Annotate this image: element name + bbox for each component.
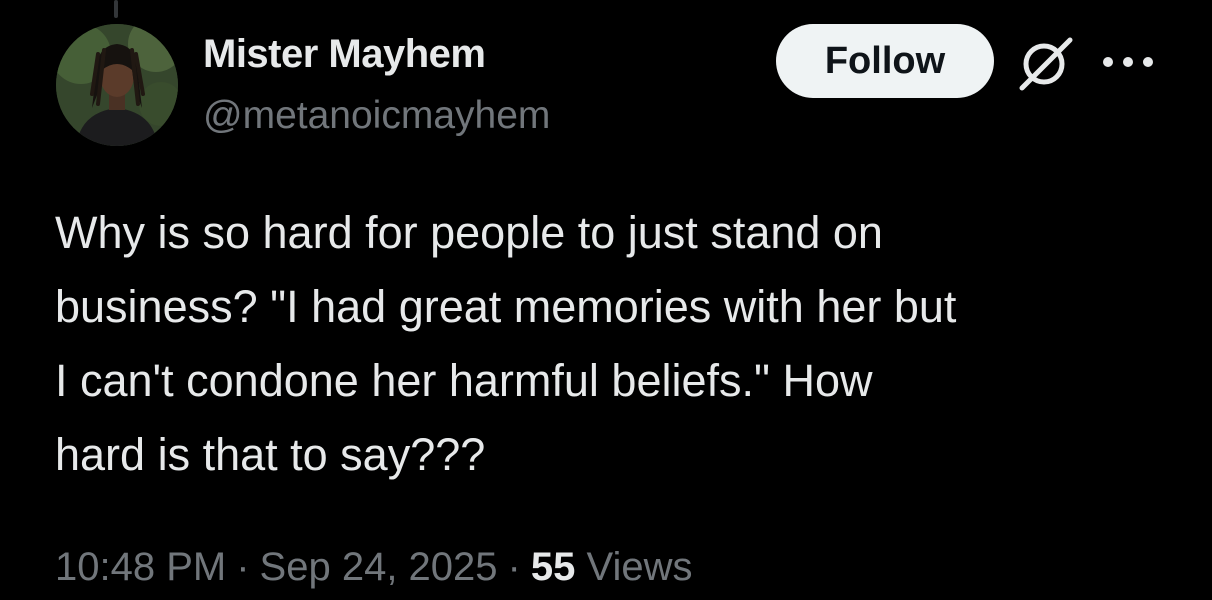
tweet-text: Why is so hard for people to just stand …	[55, 196, 1175, 492]
avatar[interactable]	[56, 24, 178, 146]
meta-separator: ·	[236, 545, 250, 589]
thread-connector-line	[114, 0, 118, 18]
follow-button[interactable]: Follow	[776, 24, 994, 98]
meta-separator: ·	[507, 545, 521, 589]
tweet-text-line: I can't condone her harmful beliefs." Ho…	[55, 355, 873, 406]
tweet-text-line: business? "I had great memories with her…	[55, 281, 957, 332]
user-handle[interactable]: @metanoicmayhem	[203, 94, 550, 138]
more-options-icon[interactable]	[1100, 54, 1156, 70]
views-count[interactable]: 55	[531, 545, 576, 589]
tweet-metadata: 10:48 PM · Sep 24, 2025 · 55 Views	[55, 545, 692, 590]
display-name[interactable]: Mister Mayhem	[203, 32, 486, 77]
avatar-image	[56, 24, 178, 146]
tweet-text-line: hard is that to say???	[55, 429, 486, 480]
tweet-time[interactable]: 10:48 PM	[55, 545, 226, 589]
tweet-date[interactable]: Sep 24, 2025	[260, 545, 498, 589]
views-label[interactable]: Views	[587, 545, 693, 589]
tweet-text-line: Why is so hard for people to just stand …	[55, 207, 883, 258]
grok-icon[interactable]	[1014, 34, 1078, 92]
